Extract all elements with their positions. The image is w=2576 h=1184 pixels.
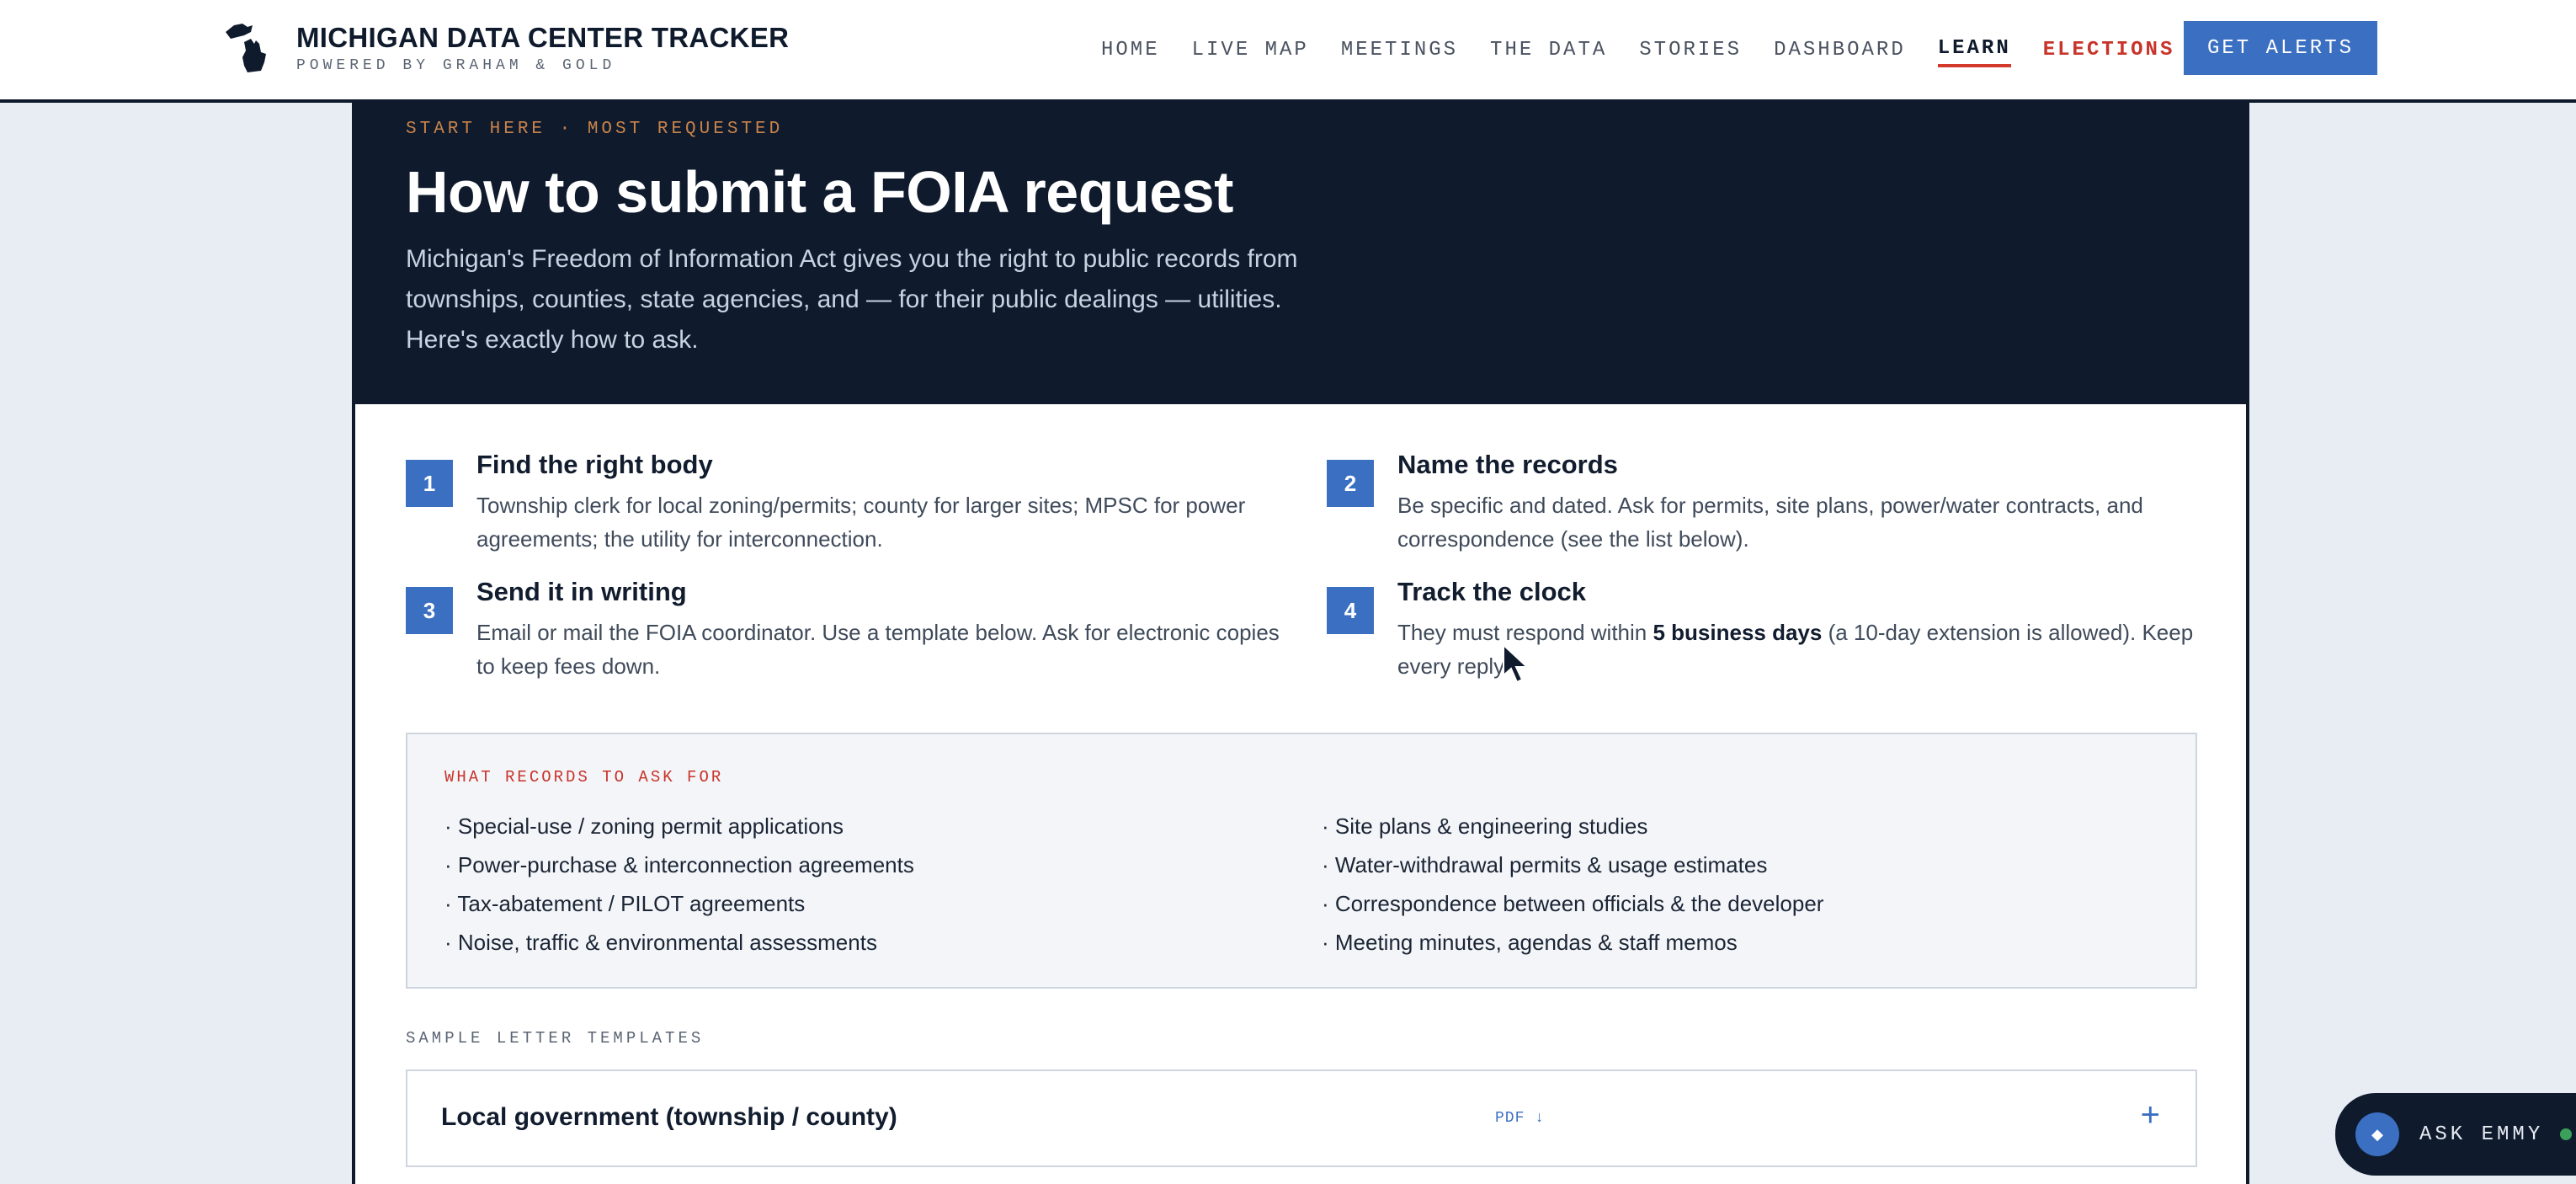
- template-title: Local government (township / county): [441, 1103, 897, 1131]
- brand[interactable]: MICHIGAN DATA CENTER TRACKER POWERED BY …: [222, 20, 789, 76]
- list-item: · Noise, traffic & environmental assessm…: [444, 930, 877, 955]
- ask-emmy-label: ASK EMMY: [2419, 1123, 2544, 1146]
- nav-dashboard[interactable]: DASHBOARD: [1774, 35, 1906, 66]
- step-text-lead: They must respond within: [1397, 620, 1653, 645]
- step-title: Send it in writing: [476, 577, 687, 606]
- main-content: START HERE · MOST REQUESTED How to submi…: [352, 103, 2249, 1184]
- list-item: · Water-withdrawal permits & usage estim…: [1322, 852, 1768, 877]
- step-number: 1: [406, 460, 453, 507]
- list-item: · Special-use / zoning permit applicatio…: [444, 813, 844, 839]
- list-item: · Meeting minutes, agendas & staff memos: [1322, 930, 1738, 955]
- step-title: Track the clock: [1397, 577, 1587, 606]
- nav-links: HOME LIVE MAP MEETINGS THE DATA STORIES …: [1101, 34, 2264, 67]
- status-dot: [2560, 1128, 2573, 1140]
- hero-intro: Michigan's Freedom of Information Act gi…: [406, 245, 1298, 354]
- step-text: Email or mail the FOIA coordinator. Use …: [476, 620, 1280, 679]
- records-list-left: · Special-use / zoning permit applicatio…: [444, 807, 914, 962]
- diamond-icon: ◆: [2355, 1112, 2399, 1156]
- step-title: Name the records: [1397, 450, 1618, 479]
- records-heading: WHAT RECORDS TO ASK FOR: [444, 768, 724, 787]
- nav-live-map[interactable]: LIVE MAP: [1192, 35, 1309, 66]
- pdf-download-link[interactable]: PDF ↓: [1495, 1110, 1545, 1127]
- michigan-map-icon: [226, 24, 266, 72]
- page-title: How to submit a FOIA request: [406, 159, 1233, 225]
- template-accordion-local[interactable]: Local government (township / county) PDF…: [406, 1069, 2197, 1167]
- records-box: WHAT RECORDS TO ASK FOR · Special-use / …: [406, 733, 2197, 989]
- top-nav: MICHIGAN DATA CENTER TRACKER POWERED BY …: [0, 0, 2576, 103]
- nav-learn[interactable]: LEARN: [1937, 34, 2011, 67]
- step-text: Township clerk for local zoning/permits;…: [476, 493, 1246, 552]
- list-item: · Tax-abatement / PILOT agreements: [444, 891, 806, 916]
- hero-eyebrow: START HERE · MOST REQUESTED: [406, 120, 784, 139]
- brand-tagline: POWERED BY GRAHAM & GOLD: [296, 57, 616, 74]
- ask-emmy-button[interactable]: ◆ ASK EMMY: [2335, 1093, 2576, 1176]
- nav-the-data[interactable]: THE DATA: [1490, 35, 1607, 66]
- nav-home[interactable]: HOME: [1101, 35, 1160, 66]
- step-text-emphasis: 5 business days: [1653, 620, 1823, 645]
- nav-meetings[interactable]: MEETINGS: [1341, 35, 1458, 66]
- records-list-right: · Site plans & engineering studies · Wat…: [1322, 807, 1823, 962]
- step-number: 4: [1327, 587, 1374, 634]
- plus-icon[interactable]: +: [2141, 1096, 2160, 1134]
- mouse-cursor-icon: [1503, 643, 1530, 684]
- list-item: · Site plans & engineering studies: [1322, 813, 1648, 839]
- nav-stories[interactable]: STORIES: [1639, 35, 1742, 66]
- hero: START HERE · MOST REQUESTED How to submi…: [355, 103, 2246, 404]
- step-text: Be specific and dated. Ask for permits, …: [1397, 493, 2143, 552]
- brand-name: MICHIGAN DATA CENTER TRACKER: [296, 22, 790, 53]
- get-alerts-button[interactable]: GET ALERTS: [2184, 21, 2377, 75]
- step-number: 2: [1327, 460, 1374, 507]
- list-item: · Power-purchase & interconnection agree…: [444, 852, 914, 877]
- templates-heading: SAMPLE LETTER TEMPLATES: [406, 1029, 705, 1048]
- step-number: 3: [406, 587, 453, 634]
- list-item: · Correspondence between officials & the…: [1322, 891, 1824, 916]
- step-title: Find the right body: [476, 450, 713, 479]
